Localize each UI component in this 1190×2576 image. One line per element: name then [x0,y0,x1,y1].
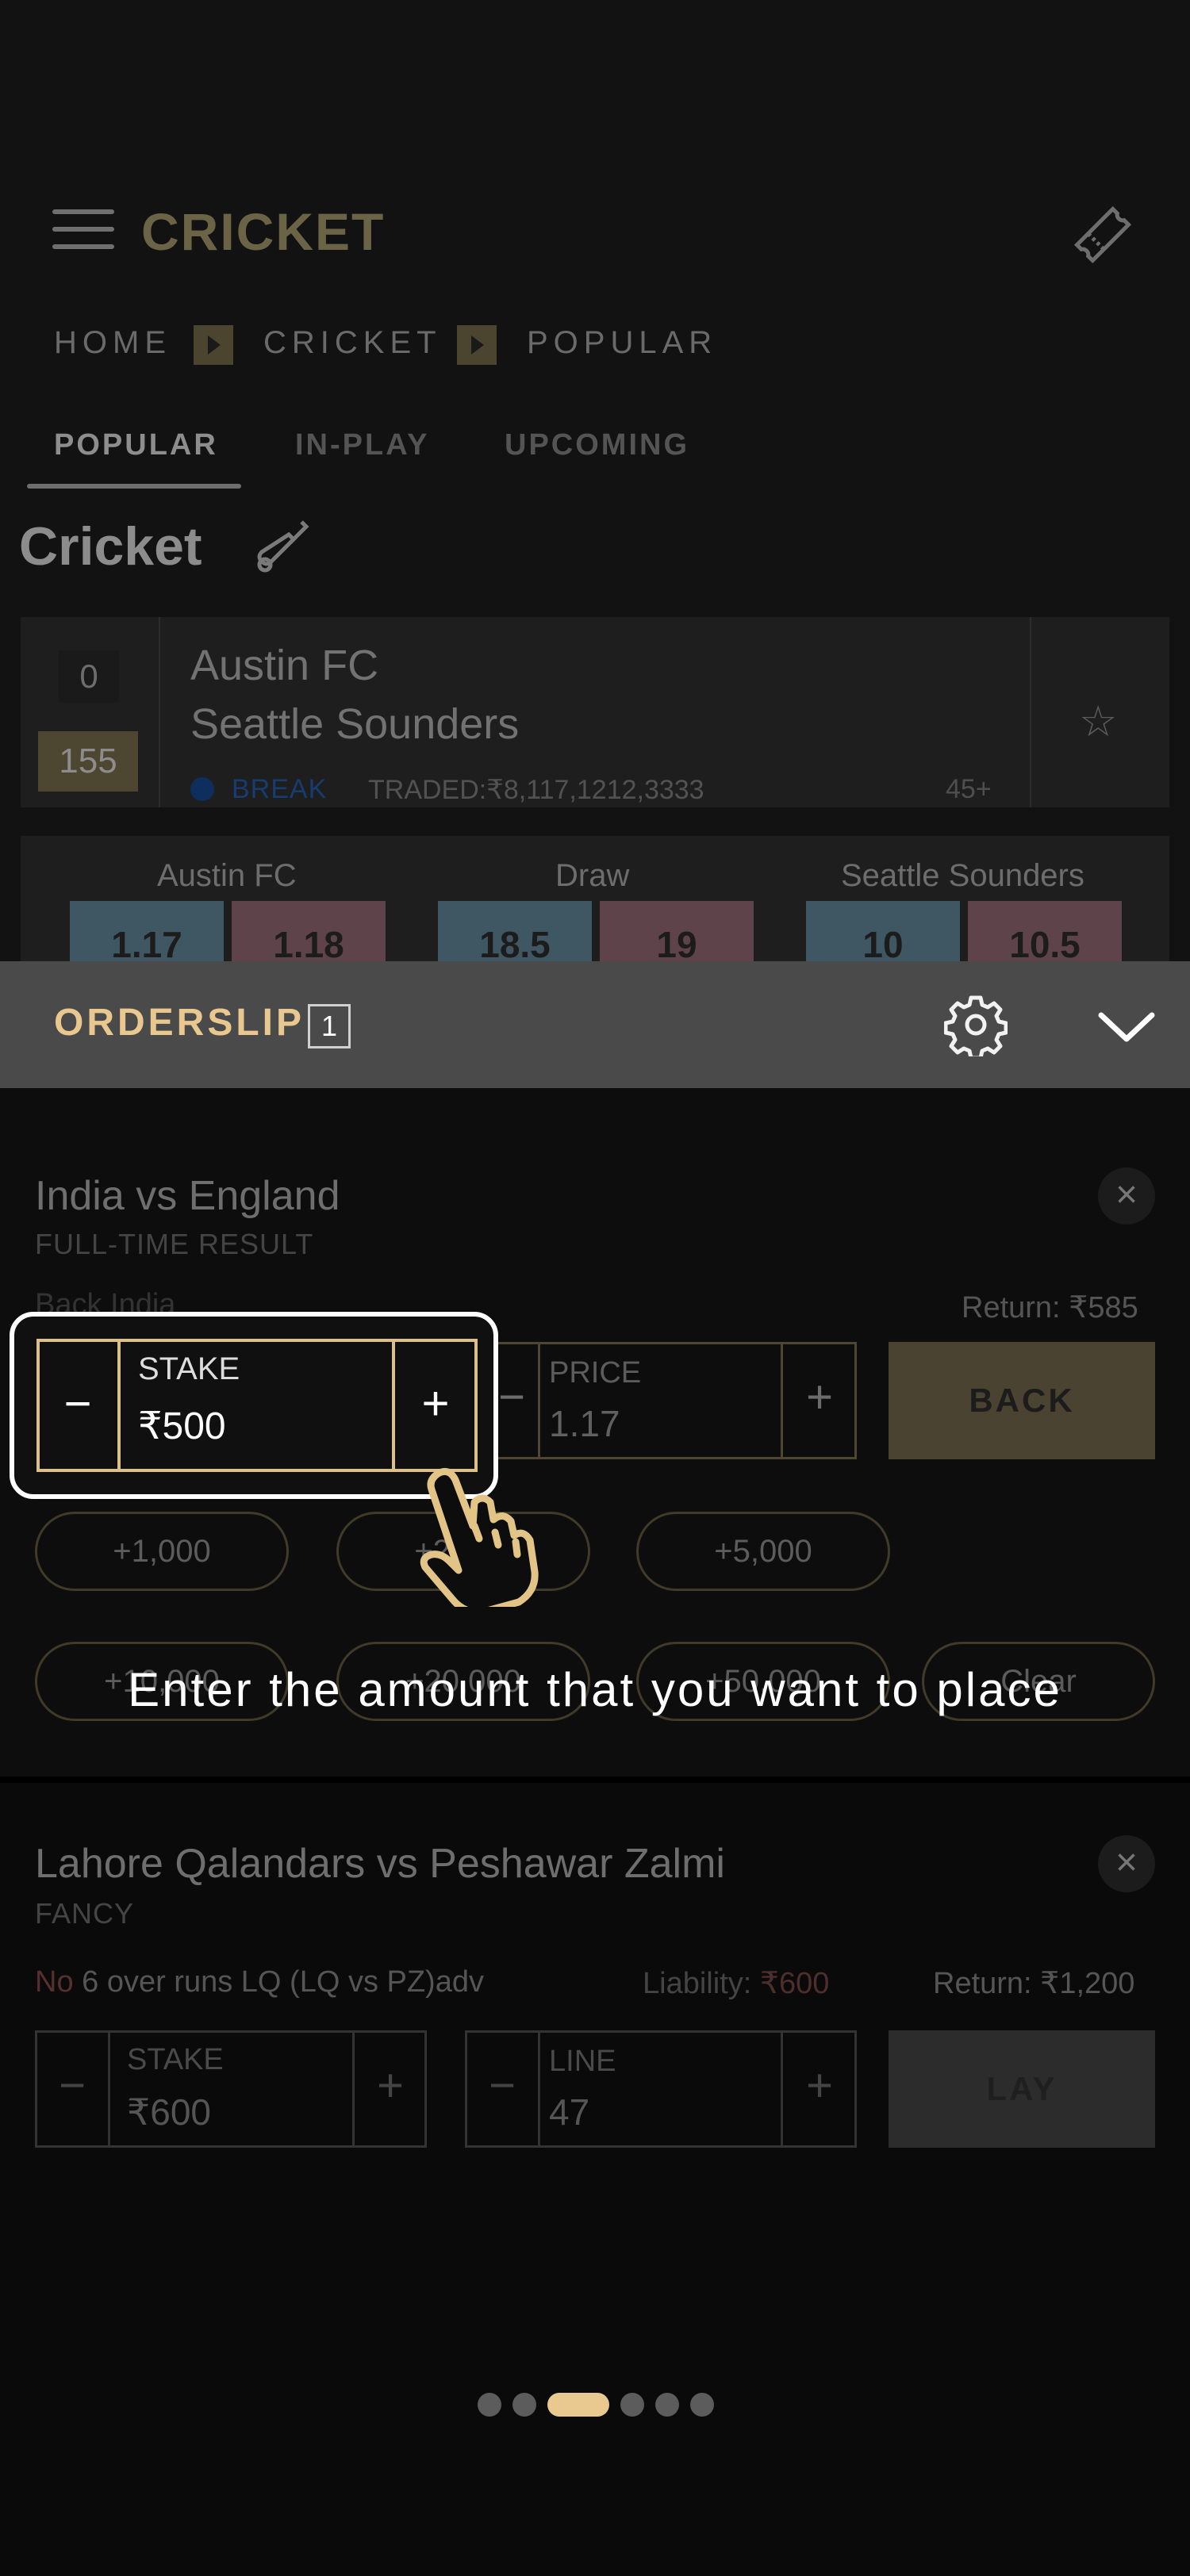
tab-popular[interactable]: POPULAR [54,428,218,462]
bet2-liability: Liability: ₹600 [643,1965,829,2001]
bet2-line-minus-button[interactable]: − [466,2030,538,2148]
bet1-price-value[interactable]: 1.17 [549,1402,620,1445]
divider [538,2030,540,2148]
tutorial-instruction: Enter the amount that you want to place [128,1663,1062,1716]
tab-in-play[interactable]: IN-PLAY [295,428,430,462]
bet1-price-label: PRICE [549,1356,642,1390]
bet1-back-button[interactable]: BACK [889,1342,1155,1459]
orderslip-title: ORDERSLIP [54,1002,305,1044]
odds-lay-draw[interactable]: 19 [600,901,754,961]
bet2-stake-label: STAKE [127,2043,224,2076]
bet2-line-label: LINE [549,2045,616,2078]
breadcrumb-home[interactable]: HOME [54,325,171,361]
odds-lay-team1[interactable]: 1.18 [232,901,386,961]
bet2-stake-minus-button[interactable]: − [36,2030,108,2148]
orderslip-bet-2 [0,1783,1190,2576]
bet1-stake-minus-button[interactable]: − [36,1339,119,1472]
team-2-name: Seattle Sounders [190,700,520,748]
pointing-hand-icon [420,1467,539,1607]
odds-back-team1[interactable]: 1.17 [70,901,224,961]
bet1-market: FULL-TIME RESULT [35,1228,314,1260]
bet2-selection-line: No 6 over runs LQ (LQ vs PZ)adv [35,1965,484,1999]
breadcrumb-popular[interactable]: POPULAR [527,325,717,361]
odds-header-team2: Seattle Sounders [841,858,1084,893]
traded-amount: TRADED:₹8,117,1212,3333 [368,775,704,805]
odds-back-team2[interactable]: 10 [806,901,960,961]
tab-upcoming[interactable]: UPCOMING [505,428,689,462]
page-background [0,0,1190,961]
cricket-bat-icon [257,520,309,573]
breadcrumb-separator-icon [457,325,497,365]
bet2-selection: 6 over runs LQ (LQ vs PZ)adv [82,1965,484,1999]
bet2-liability-label: Liability: [643,1967,752,2000]
bet1-close-icon[interactable]: × [1098,1167,1155,1225]
bet2-liability-value: ₹600 [759,1967,830,2000]
section-title: Cricket [19,516,202,577]
menu-icon[interactable] [52,209,114,249]
status-dot-icon [190,777,214,801]
chevron-down-icon[interactable] [1095,1002,1158,1050]
bet1-stake-plus-button[interactable]: + [393,1339,478,1472]
bet2-market: FANCY [35,1897,135,1930]
odds-header-draw: Draw [555,858,630,893]
bet1-match-title: India vs England [35,1173,340,1219]
pager-dot-3-active[interactable] [547,2393,609,2417]
bet1-price-plus-button[interactable]: + [782,1342,857,1459]
stake-chip-5000[interactable]: +5,000 [636,1512,890,1591]
bet1-return: Return: ₹585 [962,1291,1138,1324]
favorite-star-icon[interactable]: ☆ [1079,696,1117,746]
bet2-line-plus-button[interactable]: + [782,2030,857,2148]
match-status: BREAK [232,774,328,804]
bet2-match-title: Lahore Qalandars vs Peshawar Zalmi [35,1841,725,1887]
bet2-close-icon[interactable]: × [1098,1835,1155,1892]
page-title: CRICKET [141,202,386,261]
bet2-line-value[interactable]: 47 [549,2091,589,2133]
team-1-name: Austin FC [190,642,379,689]
odds-back-draw[interactable]: 18.5 [438,901,592,961]
bet1-stake-label: STAKE [138,1351,240,1386]
betslip-ticket-icon[interactable] [1069,201,1136,268]
more-markets-count[interactable]: 45+ [946,774,992,805]
pager-dot-6[interactable] [690,2393,714,2417]
breadcrumb-cricket[interactable]: CRICKET [263,325,442,361]
bet2-side: No [35,1965,74,1999]
odds-lay-team2[interactable]: 10.5 [968,901,1122,961]
pager-dot-5[interactable] [655,2393,679,2417]
orderslip-count-badge: 1 [308,1004,351,1048]
active-tab-indicator [27,484,241,489]
bet2-stake-value[interactable]: ₹600 [127,2091,211,2133]
score-bottom: 155 [38,731,138,792]
bet2-lay-button[interactable]: LAY [889,2030,1155,2148]
bet2-stake-plus-button[interactable]: + [354,2030,427,2148]
pager-dot-4[interactable] [620,2393,644,2417]
pager-dot-1[interactable] [478,2393,501,2417]
score-top: 0 [59,650,119,703]
breadcrumb-separator-icon [194,325,233,365]
odds-header-team1: Austin FC [157,858,297,893]
bet2-return: Return: ₹1,200 [933,1967,1135,2000]
bet1-stake-value[interactable]: ₹500 [138,1404,226,1448]
divider [108,2030,110,2148]
stake-chip-1000[interactable]: +1,000 [35,1512,289,1591]
settings-gear-icon[interactable] [944,993,1008,1056]
pager-dot-2[interactable] [512,2393,536,2417]
